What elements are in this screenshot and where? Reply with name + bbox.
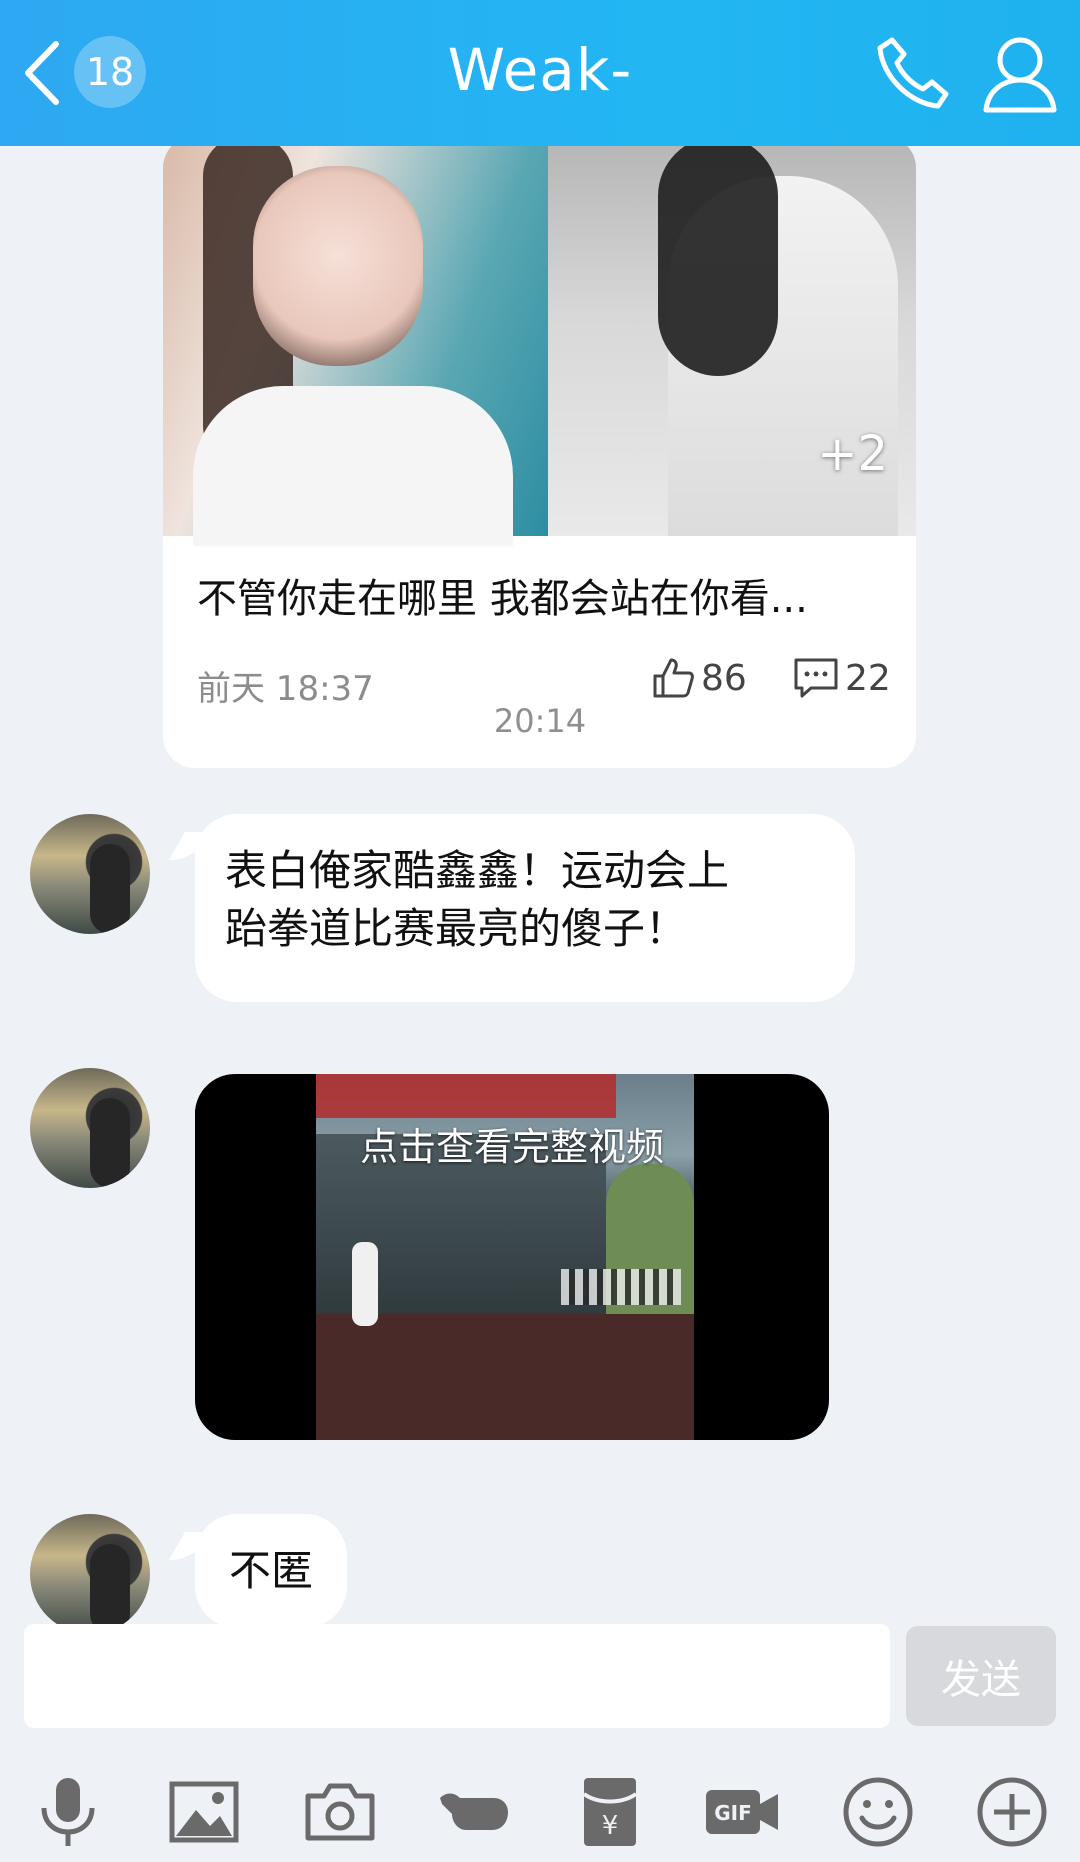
- plus-icon[interactable]: [974, 1774, 1050, 1850]
- like-count: 86: [701, 657, 747, 699]
- comment-icon: [794, 658, 838, 698]
- message-input[interactable]: [24, 1624, 890, 1728]
- poke-icon[interactable]: [436, 1774, 512, 1850]
- avatar[interactable]: [30, 1514, 150, 1624]
- gif-icon[interactable]: GIF: [704, 1774, 780, 1850]
- avatar[interactable]: [30, 814, 150, 934]
- comment-button[interactable]: 22: [793, 648, 891, 708]
- camera-icon[interactable]: [302, 1774, 378, 1850]
- phone-icon: [877, 37, 949, 109]
- message-bubble[interactable]: 不匿: [195, 1514, 348, 1624]
- message-timestamp: 20:14: [493, 702, 587, 740]
- like-button[interactable]: 86: [651, 648, 747, 708]
- input-bar: 发送 ¥ GIF: [0, 1624, 1080, 1862]
- video-message[interactable]: 点击查看完整视频: [195, 1074, 829, 1440]
- person-icon: [983, 37, 1057, 113]
- chat-area[interactable]: +2 不管你走在哪里 我都会站在你看... 前天 18:37 86 22 20:…: [0, 146, 1080, 1624]
- svg-text:GIF: GIF: [714, 1801, 752, 1825]
- video-caption: 点击查看完整视频: [359, 1125, 664, 1169]
- more-images-count: +2: [817, 426, 888, 482]
- input-toolbar: ¥ GIF: [0, 1754, 1080, 1854]
- comment-count: 22: [845, 657, 891, 699]
- thumbs-up-icon: [653, 658, 694, 698]
- call-button[interactable]: [870, 32, 954, 116]
- avatar[interactable]: [30, 1068, 150, 1188]
- post-image-2[interactable]: +2: [548, 146, 916, 536]
- emoji-icon[interactable]: [840, 1774, 916, 1850]
- svg-text:¥: ¥: [602, 1811, 619, 1841]
- post-image-1[interactable]: [163, 146, 548, 546]
- shared-post-card[interactable]: +2 不管你走在哪里 我都会站在你看... 前天 18:37 86 22: [163, 146, 916, 768]
- post-text: 不管你走在哪里 我都会站在你看...: [197, 576, 808, 622]
- post-images[interactable]: +2: [163, 146, 916, 546]
- profile-button[interactable]: [978, 32, 1062, 116]
- message-bubble[interactable]: 表白俺家酷鑫鑫！运动会上 跆拳道比赛最亮的傻子！: [195, 814, 855, 1002]
- chat-header: 18 Weak-: [0, 0, 1080, 146]
- image-icon[interactable]: [166, 1774, 242, 1850]
- red-packet-icon[interactable]: ¥: [572, 1774, 648, 1850]
- send-button[interactable]: 发送: [906, 1626, 1056, 1726]
- microphone-icon[interactable]: [30, 1774, 106, 1850]
